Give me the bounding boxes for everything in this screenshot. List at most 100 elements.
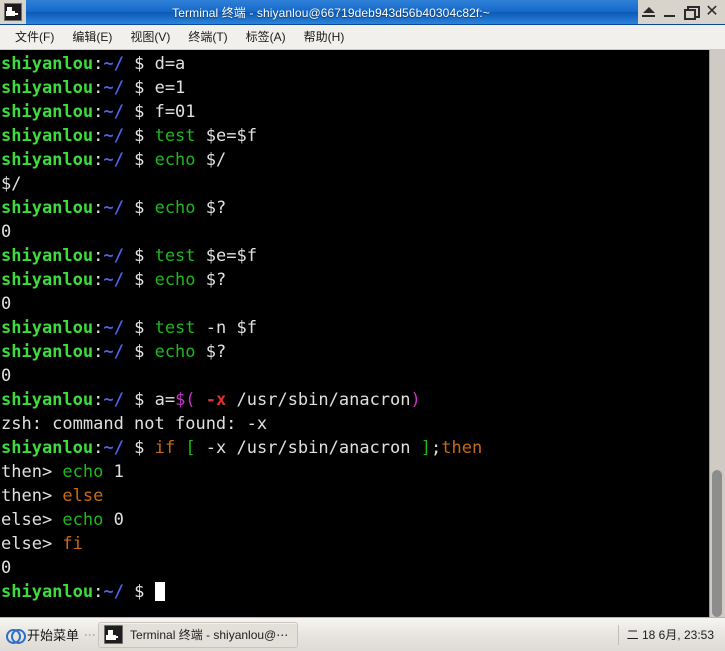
terminal-line: shiyanlou:~/ $ echo $? <box>1 268 709 292</box>
start-menu-icon <box>6 626 26 644</box>
task-button-label: Terminal 终端 - shiyanlou@⋯ <box>130 628 289 642</box>
prompt-path: ~/ <box>103 198 124 218</box>
terminal-text: 1 <box>103 462 124 482</box>
prompt-user: shiyanlou <box>1 270 94 290</box>
terminal-line: shiyanlou:~/ $ echo $? <box>1 196 709 220</box>
continuation-prompt: else> <box>1 510 63 530</box>
prompt-symbol: $ <box>123 438 155 458</box>
prompt-path: ~/ <box>103 438 124 458</box>
terminal-scrollbar[interactable] <box>709 50 725 617</box>
terminal-text: ) <box>410 390 421 410</box>
prompt-colon: : <box>93 438 104 458</box>
prompt-user: shiyanlou <box>1 54 94 74</box>
terminal-text: $? <box>195 270 227 290</box>
prompt-colon: : <box>93 582 104 602</box>
terminal-line: shiyanlou:~/ $ echo $/ <box>1 148 709 172</box>
window-titlebar[interactable]: Terminal 终端 - shiyanlou@66719deb943d56b4… <box>0 0 725 25</box>
terminal-text: ; <box>430 438 442 458</box>
prompt-colon: : <box>93 150 104 170</box>
task-button-terminal[interactable]: Terminal 终端 - shiyanlou@⋯ <box>98 621 299 648</box>
menu-item-file[interactable]: 文件(F) <box>7 26 62 48</box>
terminal-line: shiyanlou:~/ $ a=$( -x /usr/sbin/anacron… <box>1 388 709 412</box>
prompt-symbol: $ <box>123 150 155 170</box>
terminal-text: 0 <box>1 558 12 578</box>
terminal-text: -x <box>205 390 227 410</box>
start-menu-label: 开始菜单 <box>27 628 80 643</box>
prompt-colon: : <box>93 54 104 74</box>
continuation-prompt: then> <box>1 486 63 506</box>
terminal-text: then <box>441 438 483 458</box>
prompt-colon: : <box>93 270 104 290</box>
prompt-symbol: $ <box>123 318 155 338</box>
terminal-line: else> fi <box>1 532 709 556</box>
menu-item-view[interactable]: 视图(V) <box>122 26 178 48</box>
terminal-line: shiyanlou:~/ $ test $e=$f <box>1 124 709 148</box>
clock[interactable]: 二 18 6月, 23:53 <box>617 624 723 645</box>
terminal-text: $? <box>195 342 227 362</box>
menu-item-tabs[interactable]: 标签(A) <box>238 26 294 48</box>
prompt-colon: : <box>93 102 104 122</box>
window-controls: ✕ <box>638 0 725 24</box>
menu-item-edit[interactable]: 编辑(E) <box>64 26 120 48</box>
maximize-button[interactable] <box>684 4 700 20</box>
scrollbar-thumb[interactable] <box>712 469 722 617</box>
terminal-text: zsh: command not found: -x <box>1 414 268 434</box>
prompt-user: shiyanlou <box>1 198 94 218</box>
prompt-colon: : <box>93 126 104 146</box>
terminal-line: shiyanlou:~/ $ test $e=$f <box>1 244 709 268</box>
terminal-text: echo <box>154 198 196 218</box>
terminal-output[interactable]: shiyanlou:~/ $ d=a shiyanlou:~/ $ e=1 shiy… <box>0 50 709 617</box>
terminal-line: shiyanlou:~/ $ e=1 <box>1 76 709 100</box>
terminal-line: then> echo 1 <box>1 460 709 484</box>
terminal-text: $e=$f <box>195 246 257 266</box>
desktop-screen: Terminal 终端 - shiyanlou@66719deb943d56b4… <box>0 0 725 651</box>
terminal-text: f=01 <box>154 102 196 122</box>
terminal-cursor <box>154 582 165 601</box>
minimize-button[interactable] <box>663 4 677 20</box>
continuation-prompt: then> <box>1 462 63 482</box>
terminal-line: else> echo 0 <box>1 508 709 532</box>
prompt-user: shiyanlou <box>1 318 94 338</box>
prompt-symbol: $ <box>123 78 155 98</box>
terminal-text: test <box>154 126 196 146</box>
terminal-text: test <box>154 246 196 266</box>
close-button[interactable]: ✕ <box>705 4 719 20</box>
terminal-text: echo <box>62 462 104 482</box>
terminal-text: $e=$f <box>195 126 257 146</box>
prompt-symbol: $ <box>123 270 155 290</box>
terminal-line: then> else <box>1 484 709 508</box>
menu-item-help[interactable]: 帮助(H) <box>296 26 353 48</box>
prompt-user: shiyanlou <box>1 582 94 602</box>
terminal-text: echo <box>154 270 196 290</box>
prompt-user: shiyanlou <box>1 102 94 122</box>
prompt-path: ~/ <box>103 246 124 266</box>
prompt-colon: : <box>93 318 104 338</box>
window-menu-button[interactable] <box>0 0 26 24</box>
terminal-text: e=1 <box>154 78 186 98</box>
prompt-symbol: $ <box>123 102 155 122</box>
prompt-path: ~/ <box>103 390 124 410</box>
prompt-user: shiyanlou <box>1 438 94 458</box>
terminal-text: echo <box>62 510 104 530</box>
taskbar-grip[interactable]: ⋮ <box>83 629 98 640</box>
prompt-path: ~/ <box>103 318 124 338</box>
prompt-path: ~/ <box>103 342 124 362</box>
terminal-line: shiyanlou:~/ $ if [ -x /usr/sbin/anacron… <box>1 436 709 460</box>
prompt-symbol: $ <box>123 54 155 74</box>
terminal-text: -n $f <box>195 318 257 338</box>
menu-item-terminal[interactable]: 终端(T) <box>180 26 235 48</box>
window-title: Terminal 终端 - shiyanlou@66719deb943d56b4… <box>172 5 490 20</box>
terminal-line: 0 <box>1 292 709 316</box>
prompt-user: shiyanlou <box>1 342 94 362</box>
terminal-text: fi <box>62 534 83 554</box>
terminal-text: [ <box>185 438 196 458</box>
taskbar: 开始菜单 ⋮ Terminal 终端 - shiyanlou@⋯ 二 18 6月… <box>0 617 725 651</box>
terminal-text: echo <box>154 150 196 170</box>
prompt-colon: : <box>93 78 104 98</box>
start-menu-button[interactable]: 开始菜单 <box>2 622 84 647</box>
shade-button[interactable] <box>642 4 656 20</box>
prompt-path: ~/ <box>103 150 124 170</box>
terminal-line: shiyanlou:~/ $ echo $? <box>1 340 709 364</box>
terminal-icon <box>4 3 22 21</box>
